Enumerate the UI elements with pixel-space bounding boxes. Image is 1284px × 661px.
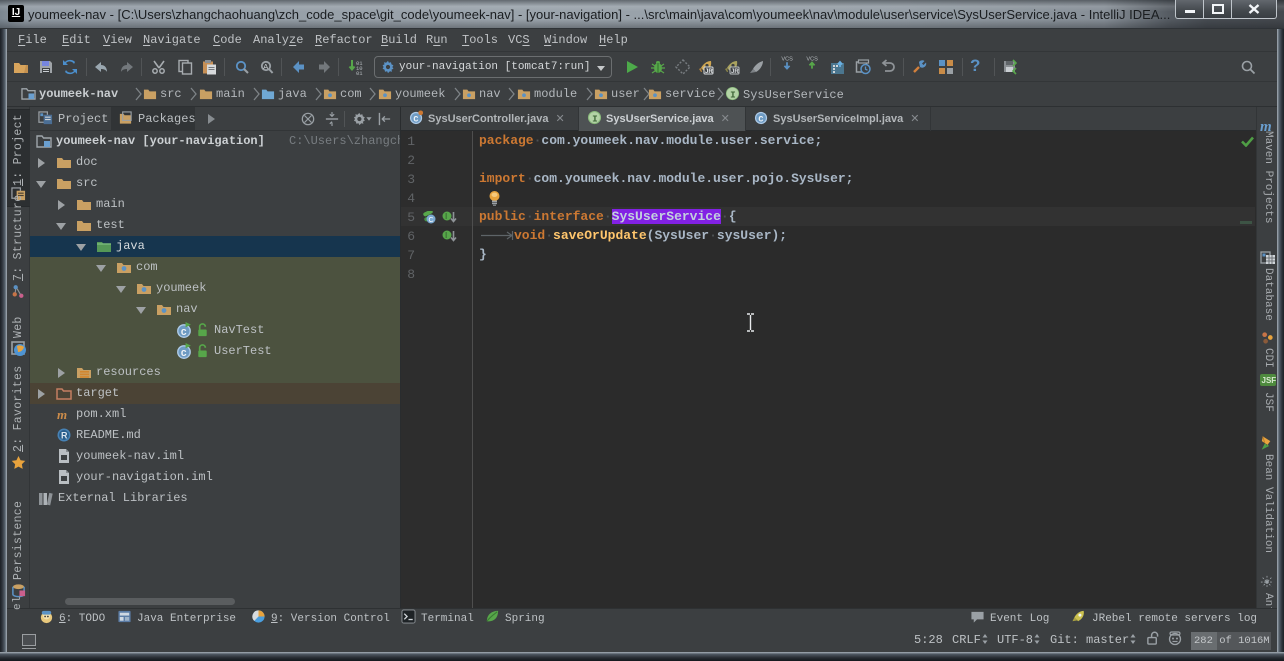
svg-text:C: C <box>413 114 418 124</box>
svg-text:JR: JR <box>705 69 713 75</box>
svg-text:I: I <box>730 89 736 100</box>
svg-text:R: R <box>61 431 68 441</box>
svg-text:01: 01 <box>356 70 363 75</box>
svg-text:C: C <box>181 348 187 359</box>
svg-text:A: A <box>263 62 268 71</box>
svg-text:I: I <box>445 231 447 240</box>
svg-text:I: I <box>445 212 447 221</box>
svg-text:I: I <box>592 113 598 124</box>
svg-text:VCS: VCS <box>781 57 793 63</box>
svg-text:JSF: JSF <box>1262 376 1277 385</box>
svg-text:C: C <box>758 114 763 124</box>
svg-text:C: C <box>181 327 187 338</box>
svg-text:m: m <box>57 407 67 422</box>
svg-text:JR: JR <box>731 69 739 75</box>
svg-text:C: C <box>429 217 434 224</box>
